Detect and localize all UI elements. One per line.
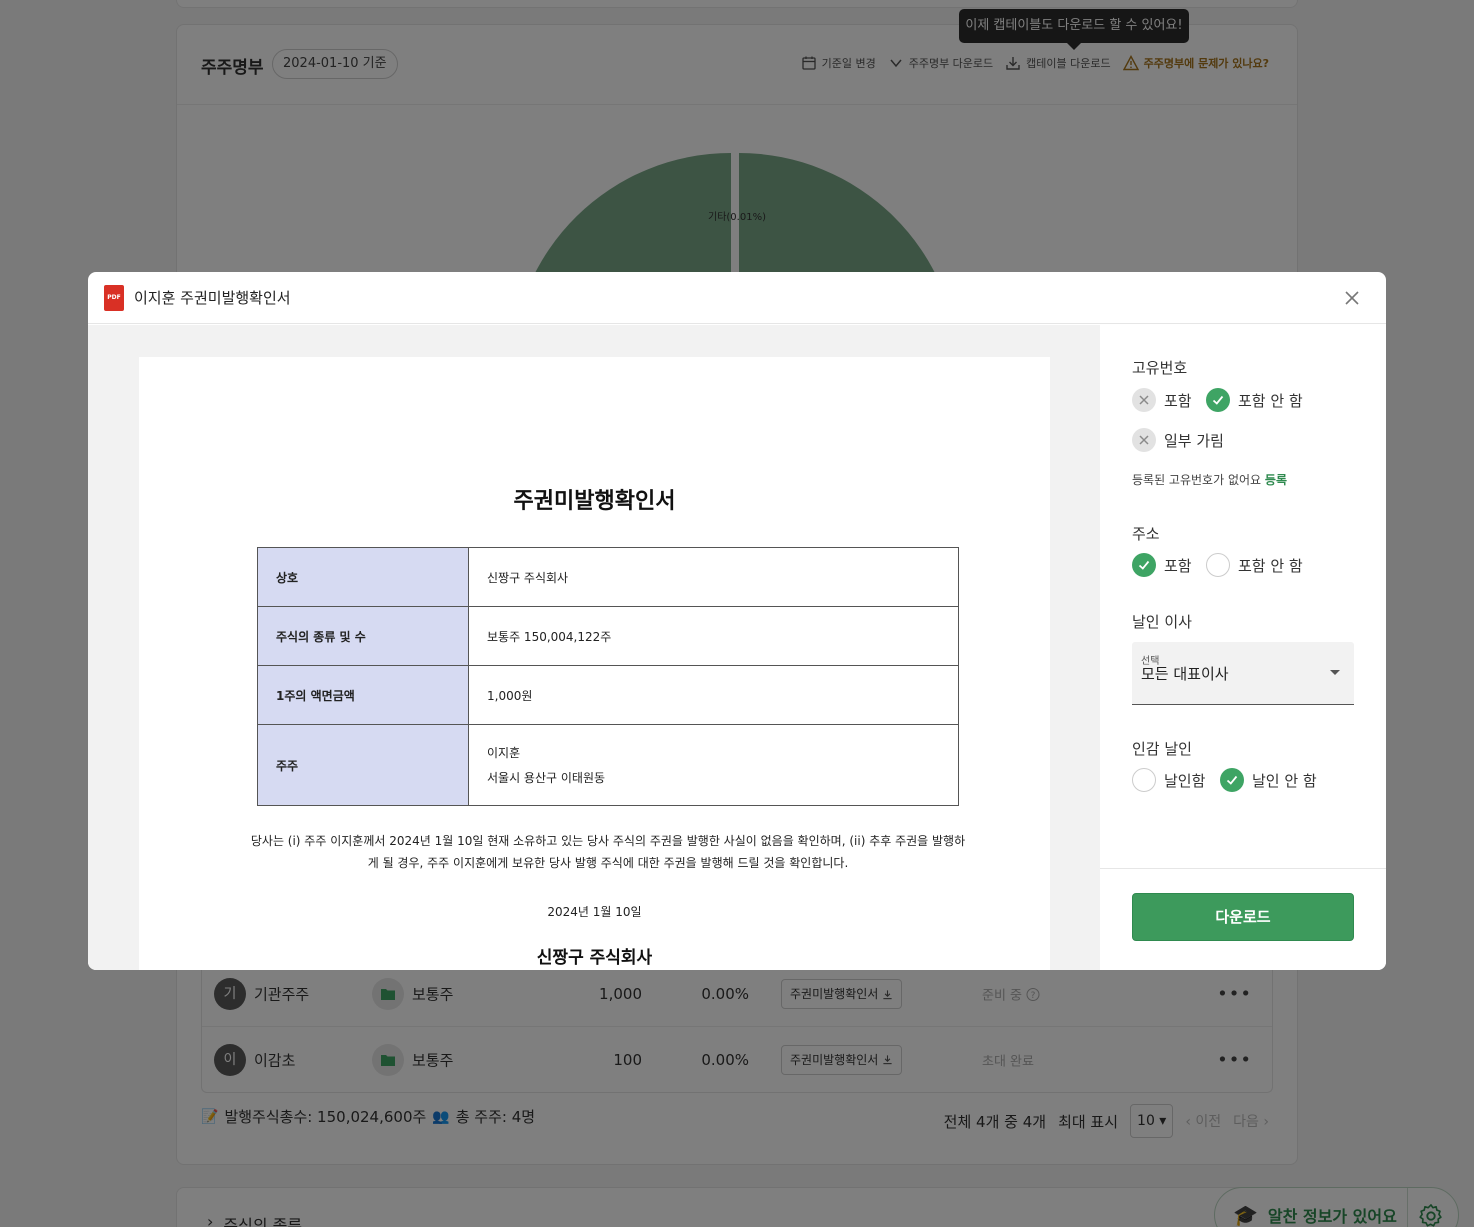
id-partial-option[interactable]: 일부 가림	[1132, 428, 1224, 452]
address-label: 주소	[1132, 525, 1160, 543]
seal-stamp-option[interactable]: 날인함	[1132, 768, 1205, 792]
option-label: 포함	[1164, 391, 1192, 410]
holder-name: 이지훈	[487, 746, 521, 760]
x-icon	[1132, 428, 1156, 452]
director-label: 날인 이사	[1132, 613, 1192, 631]
id-number-hint: 등록된 고유번호가 없어요 등록	[1132, 471, 1287, 488]
holder-address: 서울시 용산구 이태원동	[487, 771, 606, 785]
register-link[interactable]: 등록	[1265, 473, 1287, 487]
director-select[interactable]: 선택 모든 대표이사	[1132, 642, 1354, 705]
panel-divider	[1100, 868, 1386, 869]
table-row: 주주 이지훈 서울시 용산구 이태원동	[257, 724, 959, 806]
document-preview[interactable]: 주권미발행확인서 상호 신짱구 주식회사 주식의 종류 및 수 보통주 150,…	[88, 325, 1100, 970]
seal-label: 인감 날인	[1132, 740, 1192, 758]
modal-header: PDF 이지훈 주권미발행확인서	[88, 272, 1386, 324]
option-label: 일부 가림	[1164, 431, 1224, 450]
close-icon[interactable]	[1340, 286, 1364, 310]
option-label: 포함 안 함	[1238, 556, 1303, 575]
document-info-table: 상호 신짱구 주식회사 주식의 종류 및 수 보통주 150,004,122주 …	[257, 547, 959, 806]
radio-empty-icon	[1206, 553, 1230, 577]
id-exclude-option[interactable]: 포함 안 함	[1206, 388, 1303, 412]
row-key: 주주	[257, 724, 469, 806]
document-page: 주권미발행확인서 상호 신짱구 주식회사 주식의 종류 및 수 보통주 150,…	[139, 357, 1050, 970]
caret-down-icon	[1330, 670, 1340, 675]
pdf-file-icon: PDF	[104, 285, 124, 311]
row-key: 1주의 액면금액	[257, 665, 469, 725]
table-row: 상호 신짱구 주식회사	[257, 547, 959, 607]
select-value: 모든 대표이사	[1141, 665, 1229, 683]
row-key: 상호	[257, 547, 469, 607]
check-icon	[1220, 768, 1244, 792]
seal-no-stamp-option[interactable]: 날인 안 함	[1220, 768, 1317, 792]
check-icon	[1206, 388, 1230, 412]
check-icon	[1132, 553, 1156, 577]
option-label: 포함 안 함	[1238, 391, 1303, 410]
row-value: 1,000원	[468, 665, 959, 725]
row-value: 신짱구 주식회사	[468, 547, 959, 607]
id-include-option[interactable]: 포함	[1132, 388, 1192, 412]
certificate-modal: PDF 이지훈 주권미발행확인서 주권미발행확인서 상호 신짱구 주식회사 주식…	[88, 272, 1386, 970]
row-key: 주식의 종류 및 수	[257, 606, 469, 666]
document-company: 신짱구 주식회사	[536, 948, 653, 968]
option-label: 날인 안 함	[1252, 771, 1317, 790]
x-icon	[1132, 388, 1156, 412]
document-title: 주권미발행확인서	[513, 489, 676, 514]
id-number-label: 고유번호	[1132, 359, 1188, 377]
table-row: 주식의 종류 및 수 보통주 150,004,122주	[257, 606, 959, 666]
document-date: 2024년 1월 10일	[547, 905, 642, 919]
options-panel: 고유번호 포함 포함 안 함 일부 가림 등록된 고유번호가 없어요 등록 주소…	[1100, 325, 1386, 970]
hint-text: 등록된 고유번호가 없어요	[1132, 473, 1262, 487]
option-label: 포함	[1164, 556, 1192, 575]
document-statement: 당사는 (i) 주주 이지훈께서 2024년 1월 10일 현재 소유하고 있는…	[250, 834, 966, 870]
row-value: 보통주 150,004,122주	[468, 606, 959, 666]
address-include-option[interactable]: 포함	[1132, 553, 1192, 577]
download-button[interactable]: 다운로드	[1132, 893, 1354, 941]
row-value-cell: 이지훈 서울시 용산구 이태원동	[468, 724, 959, 806]
table-row: 1주의 액면금액 1,000원	[257, 665, 959, 725]
modal-title: 이지훈 주권미발행확인서	[134, 289, 291, 307]
address-exclude-option[interactable]: 포함 안 함	[1206, 553, 1303, 577]
option-label: 날인함	[1164, 771, 1206, 790]
radio-empty-icon	[1132, 768, 1156, 792]
